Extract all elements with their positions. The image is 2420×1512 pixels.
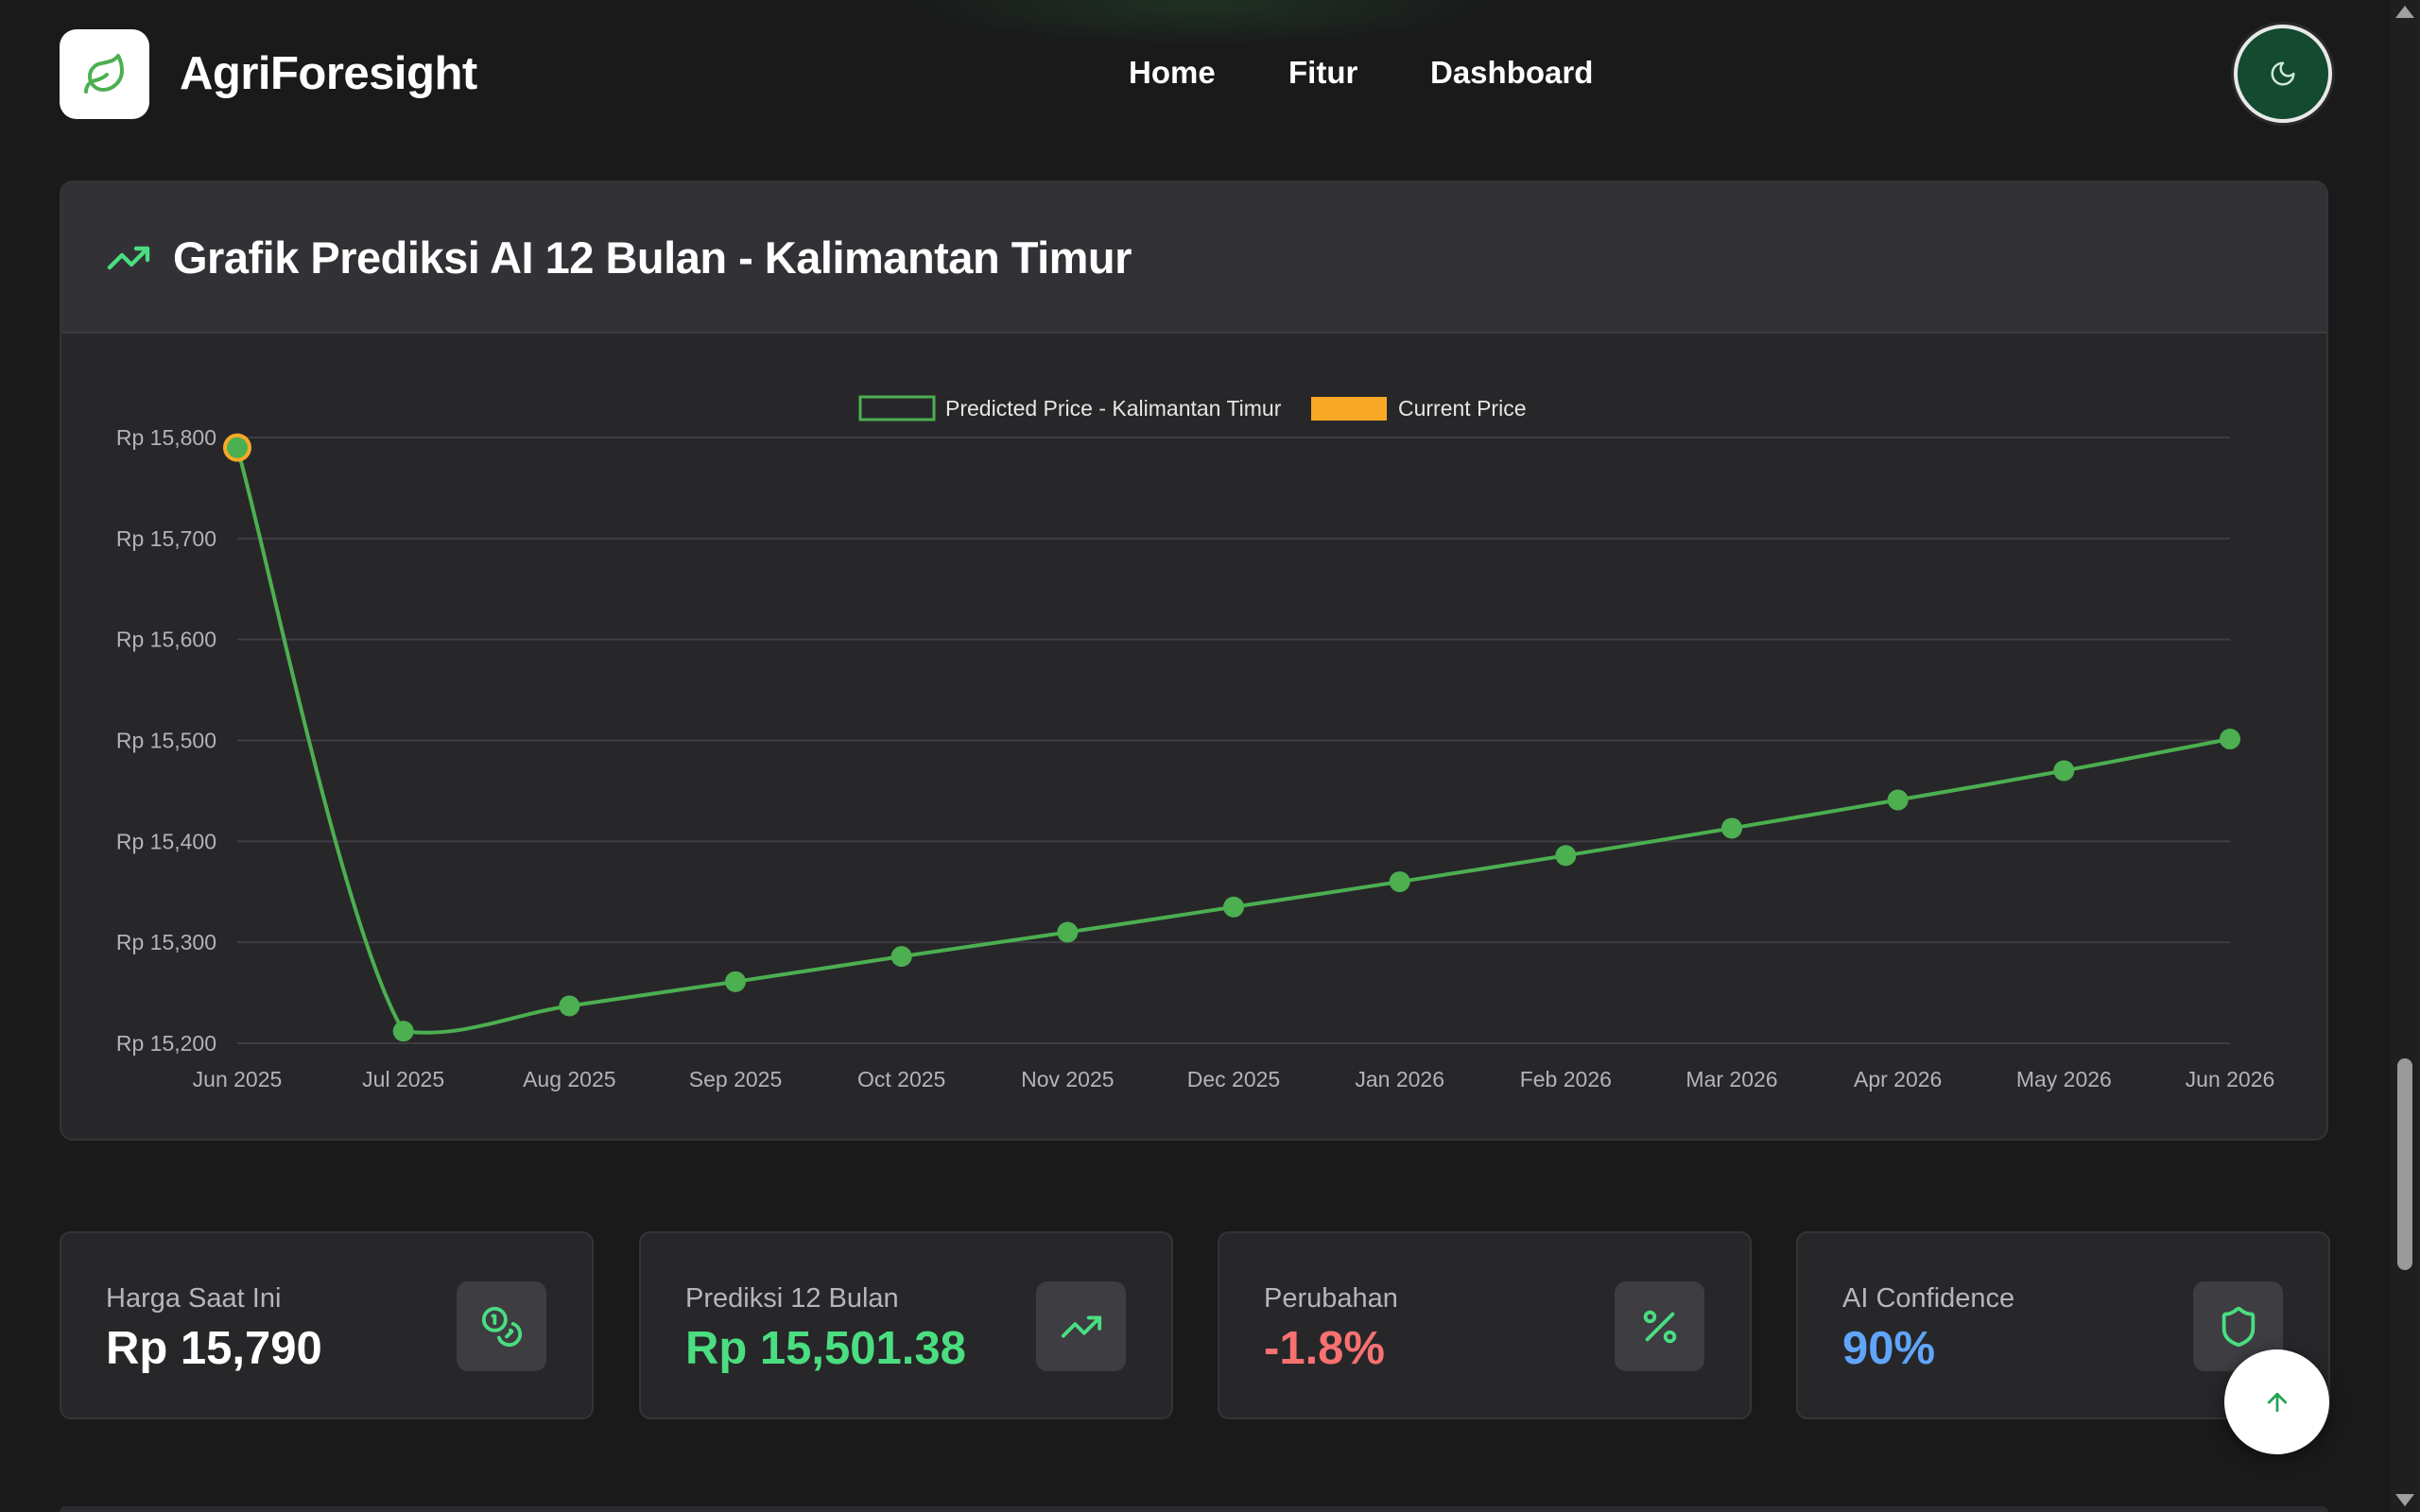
y-tick-label: Rp 15,700 bbox=[116, 526, 216, 551]
stat-value: -1.8% bbox=[1264, 1323, 1386, 1374]
stat-icon-box bbox=[1615, 1281, 1704, 1371]
predicted-price-point bbox=[392, 1021, 414, 1042]
x-tick-label: Jun 2025 bbox=[193, 1067, 283, 1091]
x-tick-label: Jan 2026 bbox=[1355, 1067, 1444, 1091]
x-tick-label: Feb 2026 bbox=[1520, 1067, 1612, 1091]
stat-card-change: Perubahan -1.8% bbox=[1218, 1231, 1752, 1419]
stat-value: Rp 15,501.38 bbox=[685, 1323, 966, 1374]
predicted-price-point bbox=[2220, 729, 2240, 750]
predicted-price-point bbox=[1223, 896, 1244, 918]
nav-fitur[interactable]: Fitur bbox=[1288, 55, 1357, 91]
moon-icon bbox=[2271, 61, 2295, 86]
percent-icon bbox=[1643, 1310, 1676, 1343]
header-glow bbox=[898, 0, 1503, 47]
x-tick-label: Oct 2025 bbox=[857, 1067, 945, 1091]
legend-label-predicted: Predicted Price - Kalimantan Timur bbox=[945, 396, 1282, 421]
stat-icon-box bbox=[1036, 1281, 1126, 1371]
trending-up-icon bbox=[1061, 1315, 1101, 1337]
predicted-price-point bbox=[1057, 921, 1079, 943]
stat-label: AI Confidence bbox=[1842, 1283, 2015, 1314]
chart-card: Grafik Prediksi AI 12 Bulan - Kalimantan… bbox=[60, 180, 2328, 1141]
stat-value: Rp 15,790 bbox=[106, 1323, 322, 1374]
stat-label: Harga Saat Ini bbox=[106, 1283, 282, 1314]
leaf-icon bbox=[83, 53, 124, 94]
x-tick-label: Dec 2025 bbox=[1187, 1067, 1280, 1091]
predicted-price-point bbox=[725, 971, 746, 992]
price-chart: Rp 15,800 Rp 15,700 Rp 15,600 Rp 15,500 Rp 1… bbox=[116, 395, 2275, 1091]
legend-swatch-predicted bbox=[858, 395, 936, 421]
y-tick-label: Rp 15,500 bbox=[116, 729, 216, 753]
x-tick-label: Jun 2026 bbox=[2186, 1067, 2275, 1091]
scroll-top-button[interactable] bbox=[2224, 1349, 2329, 1454]
current-price-point bbox=[223, 433, 251, 462]
stat-label: Perubahan bbox=[1264, 1283, 1398, 1314]
x-tick-label: Apr 2026 bbox=[1854, 1067, 1942, 1091]
predicted-price-point bbox=[1555, 845, 1577, 867]
y-tick-label: Rp 15,800 bbox=[116, 425, 216, 450]
x-tick-label: Nov 2025 bbox=[1021, 1067, 1114, 1091]
y-tick-label: Rp 15,200 bbox=[116, 1031, 216, 1056]
predicted-price-point bbox=[559, 995, 580, 1017]
stat-value: 90% bbox=[1842, 1323, 1936, 1374]
y-tick-label: Rp 15,400 bbox=[116, 829, 216, 853]
nav-home[interactable]: Home bbox=[1129, 55, 1216, 91]
y-tick-label: Rp 15,300 bbox=[116, 930, 216, 954]
stat-icon-box bbox=[457, 1281, 546, 1371]
scrollbar-thumb[interactable] bbox=[2397, 1058, 2412, 1270]
x-tick-label: Mar 2026 bbox=[1685, 1067, 1777, 1091]
x-tick-label: Sep 2025 bbox=[689, 1067, 782, 1091]
coins-icon bbox=[481, 1306, 522, 1347]
x-tick-label: Aug 2025 bbox=[523, 1067, 615, 1091]
predicted-price-point bbox=[2053, 760, 2075, 782]
nav-dashboard[interactable]: Dashboard bbox=[1430, 55, 1593, 91]
scrollbar-down-arrow[interactable] bbox=[2395, 1494, 2414, 1506]
theme-toggle-button[interactable] bbox=[2234, 25, 2332, 123]
predicted-price-point bbox=[890, 946, 912, 968]
arrow-up-icon bbox=[2267, 1392, 2287, 1412]
predicted-price-point bbox=[1887, 789, 1909, 811]
predicted-price-point bbox=[1389, 871, 1410, 893]
stat-label: Prediksi 12 Bulan bbox=[685, 1283, 899, 1314]
legend-label-current: Current Price bbox=[1398, 396, 1526, 421]
logo[interactable] bbox=[60, 29, 149, 119]
y-tick-label: Rp 15,600 bbox=[116, 627, 216, 652]
scrollbar[interactable] bbox=[2390, 0, 2420, 1512]
next-section-edge bbox=[60, 1506, 2328, 1512]
legend-swatch-current bbox=[1311, 397, 1387, 421]
predicted-price-point bbox=[1721, 817, 1742, 839]
x-tick-label: May 2026 bbox=[2016, 1067, 2112, 1091]
brand-name[interactable]: AgriForesight bbox=[180, 47, 477, 100]
shield-icon bbox=[2221, 1306, 2255, 1347]
stat-card-current-price: Harga Saat Ini Rp 15,790 bbox=[60, 1231, 594, 1419]
stat-card-prediction: Prediksi 12 Bulan Rp 15,501.38 bbox=[639, 1231, 1173, 1419]
x-tick-label: Jul 2025 bbox=[362, 1067, 444, 1091]
scrollbar-up-arrow[interactable] bbox=[2395, 6, 2414, 18]
